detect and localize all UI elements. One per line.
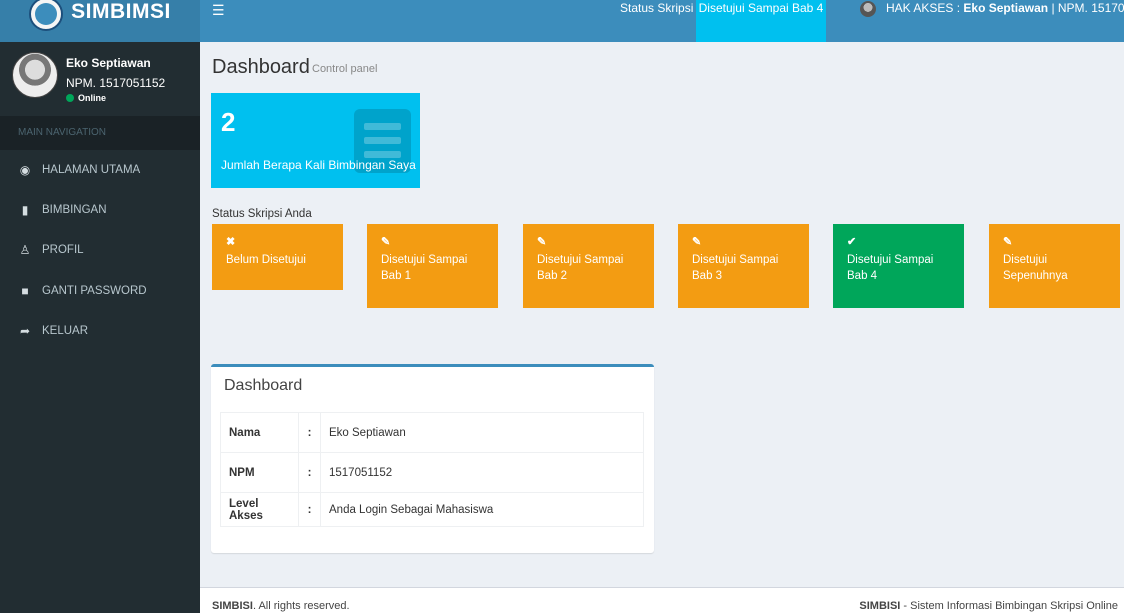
row-separator: : xyxy=(298,412,321,453)
status-stage-bab-3[interactable]: ✎ Disetujui Sampai Bab 3 xyxy=(678,224,809,308)
row-value: Anda Login Sebagai Mahasiswa xyxy=(320,492,644,527)
status-stage-sepenuhnya[interactable]: ✎ Disetujui Sepenuhnya xyxy=(989,224,1120,308)
dashboard-profile-box: Dashboard Nama : Eko Septiawan NPM : 151… xyxy=(211,364,654,553)
guidance-count: 2 xyxy=(221,107,236,137)
main-content: Dashboard Control panel 2 Jumlah Berapa … xyxy=(200,42,1124,613)
row-value: Eko Septiawan xyxy=(320,412,644,453)
user-avatar-small[interactable] xyxy=(860,1,876,17)
footer-app-description: SIMBISI - Sistem Informasi Bimbingan Skr… xyxy=(859,600,1118,612)
status-stage-bab-4[interactable]: ✔ Disetujui Sampai Bab 4 xyxy=(833,224,964,308)
status-stage-belum-disetujui[interactable]: ✖ Belum Disetujui xyxy=(212,224,343,290)
box-title: Dashboard xyxy=(224,377,303,394)
thesis-status-badge: Disetujui Sampai Bab 4 xyxy=(696,0,826,42)
sidebar-item-bimbingan[interactable]: ▮ BIMBINGAN xyxy=(0,190,200,230)
status-stage-label: Disetujui Sampai Bab 4 xyxy=(847,254,934,282)
dashboard-icon: ◉ xyxy=(19,163,31,177)
thesis-status-heading: Status Skripsi Anda xyxy=(212,208,312,220)
file-icon: ▮ xyxy=(21,203,29,217)
row-separator: : xyxy=(298,452,321,493)
lock-icon: ■ xyxy=(21,284,29,298)
sidebar-item-label: KELUAR xyxy=(42,325,89,337)
sidebar-item-halaman-utama[interactable]: ◉ HALAMAN UTAMA xyxy=(0,150,200,190)
brand-name: SIMBIMSI xyxy=(71,0,171,23)
online-status-label: Online xyxy=(78,93,107,103)
hamburger-icon[interactable]: ☰ xyxy=(212,2,225,19)
pencil-icon: ✎ xyxy=(537,236,547,248)
row-key: Level Akses xyxy=(220,492,299,527)
check-icon: ✔ xyxy=(847,236,857,248)
footer-copyright: SIMBISI. All rights reserved. xyxy=(212,600,350,612)
table-row: NPM : 1517051152 xyxy=(220,452,644,493)
pencil-icon: ✎ xyxy=(1003,236,1013,248)
user-panel: Eko Septiawan NPM. 1517051152 Online xyxy=(0,42,200,116)
table-row: Level Akses : Anda Login Sebagai Mahasis… xyxy=(220,492,644,527)
pencil-icon: ✎ xyxy=(692,236,702,248)
avatar xyxy=(12,52,58,98)
share-arrow-icon: ➦ xyxy=(19,324,31,338)
status-stage-label: Disetujui Sampai Bab 1 xyxy=(381,254,468,282)
status-stage-label: Disetujui Sampai Bab 2 xyxy=(537,254,624,282)
status-stage-label: Disetujui Sepenuhnya xyxy=(1003,254,1068,282)
row-key: Nama xyxy=(220,412,299,453)
page-title: Dashboard xyxy=(212,56,310,78)
sidebar-item-label: GANTI PASSWORD xyxy=(42,285,147,297)
footer: SIMBISI. All rights reserved. SIMBISI - … xyxy=(200,587,1124,613)
row-key: NPM xyxy=(220,452,299,493)
app-logo[interactable]: SIMBIMSI xyxy=(0,0,200,42)
access-user-name: Eko Septiawan xyxy=(963,1,1049,15)
pencil-icon: ✎ xyxy=(381,236,391,248)
access-prefix: HAK AKSES : xyxy=(886,1,961,15)
footer-description-text: - Sistem Informasi Bimbingan Skripsi Onl… xyxy=(900,600,1118,612)
sidebar-item-profil[interactable]: ♙ PROFIL xyxy=(0,230,200,270)
profile-table: Nama : Eko Septiawan NPM : 1517051152 Le… xyxy=(220,412,644,527)
sidebar-item-label: HALAMAN UTAMA xyxy=(42,164,141,176)
status-stage-label: Disetujui Sampai Bab 3 xyxy=(692,254,779,282)
guidance-count-label: Jumlah Berapa Kali Bimbingan Saya xyxy=(221,158,416,172)
online-dot-icon xyxy=(66,94,74,102)
thesis-status-label: Status Skripsi : xyxy=(620,1,701,15)
footer-brand: SIMBISI xyxy=(212,600,253,612)
footer-brand: SIMBISI xyxy=(859,600,901,612)
status-stage-bab-1[interactable]: ✎ Disetujui Sampai Bab 1 xyxy=(367,224,498,308)
status-stage-label: Belum Disetujui xyxy=(226,254,306,266)
top-header: SIMBIMSI ☰ Status Skripsi : Disetujui Sa… xyxy=(0,0,1124,42)
footer-copyright-text: . All rights reserved. xyxy=(252,600,350,612)
page-subtitle: Control panel xyxy=(312,63,378,75)
access-info[interactable]: HAK AKSES : Eko Septiawan | NPM. 1517051… xyxy=(886,0,1124,17)
row-separator: : xyxy=(298,492,321,527)
guidance-count-box: 2 Jumlah Berapa Kali Bimbingan Saya xyxy=(211,93,420,188)
logo-emblem-icon xyxy=(29,0,64,31)
times-icon: ✖ xyxy=(226,236,236,248)
sidebar-item-label: PROFIL xyxy=(42,244,84,256)
sidebar-item-label: BIMBINGAN xyxy=(42,204,107,216)
nav-header: MAIN NAVIGATION xyxy=(0,116,200,150)
user-icon: ♙ xyxy=(19,243,31,257)
table-row: Nama : Eko Septiawan xyxy=(220,412,644,453)
navbar: ☰ Status Skripsi : Disetujui Sampai Bab … xyxy=(200,0,1124,42)
status-stage-bab-2[interactable]: ✎ Disetujui Sampai Bab 2 xyxy=(523,224,654,308)
sidebar-user-npm: NPM. 1517051152 xyxy=(66,76,166,90)
sidebar-user-name: Eko Septiawan xyxy=(66,56,151,70)
row-value: 1517051152 xyxy=(320,452,644,493)
online-status: Online xyxy=(66,93,106,103)
sidebar: Eko Septiawan NPM. 1517051152 Online MAI… xyxy=(0,42,200,613)
access-user-npm: | NPM. 1517051152 xyxy=(1051,1,1124,15)
sidebar-item-ganti-password[interactable]: ■ GANTI PASSWORD xyxy=(0,271,200,311)
sidebar-item-keluar[interactable]: ➦ KELUAR xyxy=(0,311,200,351)
